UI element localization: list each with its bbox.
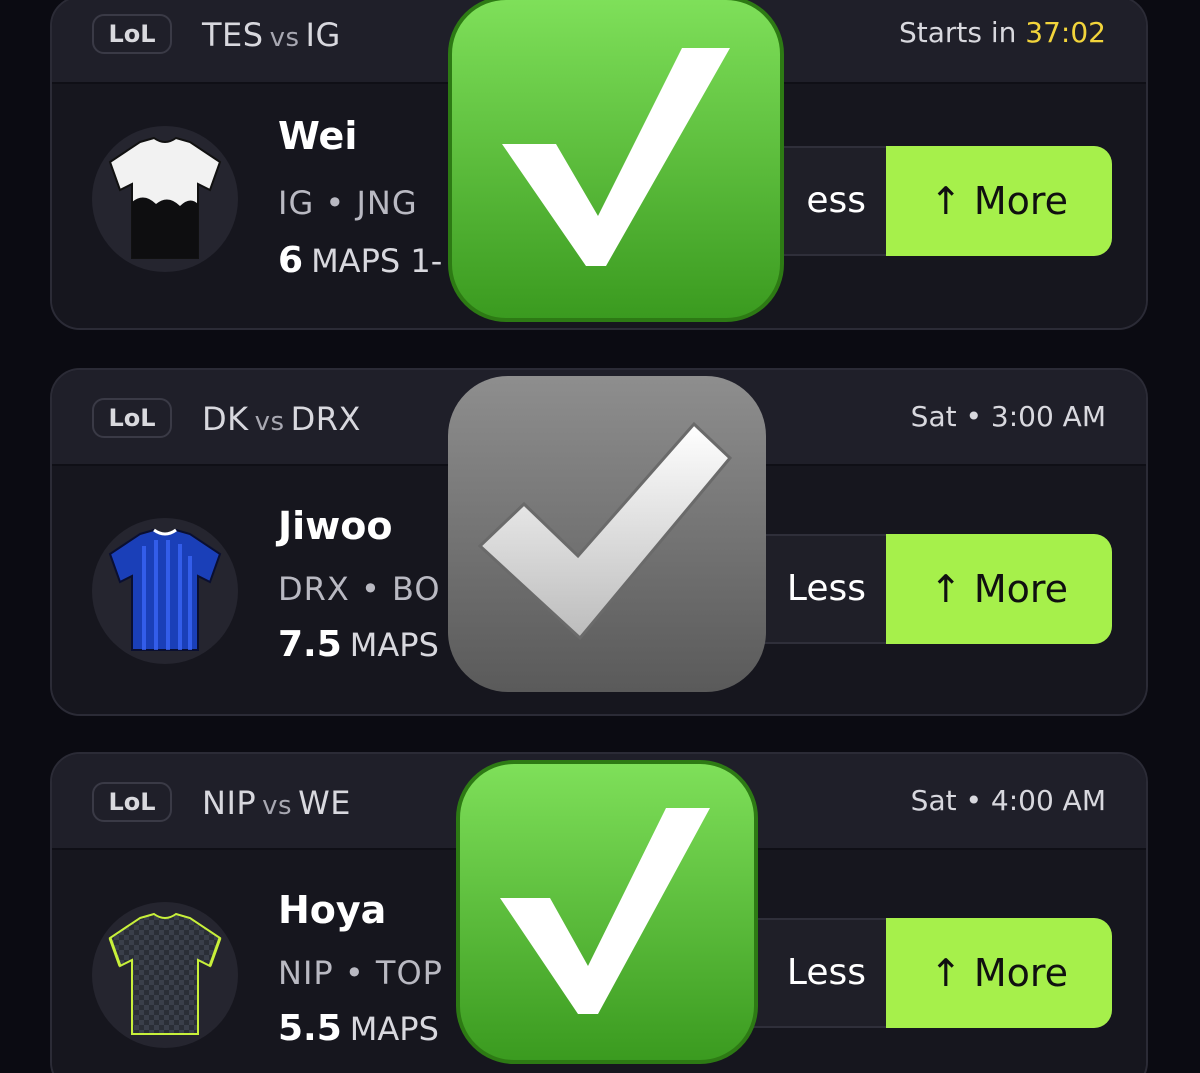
team-b: IG bbox=[305, 16, 341, 54]
arrow-up-icon: ↑ bbox=[929, 179, 962, 223]
arrow-up-icon: ↑ bbox=[929, 951, 962, 995]
jersey-icon bbox=[108, 136, 222, 259]
pick-buttons: Less ↑ More bbox=[708, 918, 1112, 1028]
player-avatar[interactable] bbox=[92, 902, 238, 1048]
match-time: Sat • 3:00 AM bbox=[911, 400, 1106, 433]
projection-value: 6 bbox=[278, 240, 304, 281]
team-a: NIP bbox=[202, 784, 257, 822]
matchup-title: DK vs DRX bbox=[202, 400, 361, 438]
player-team-position: NIP • TOP bbox=[278, 954, 443, 992]
team-a: DK bbox=[202, 400, 249, 438]
projection-line: 7.5 MAPS bbox=[278, 624, 439, 665]
team-a: TES bbox=[202, 16, 264, 54]
more-label: More bbox=[973, 567, 1069, 611]
countdown-timer: 37:02 bbox=[1025, 16, 1106, 49]
player-team-position: DRX • BO bbox=[278, 570, 441, 608]
player-avatar[interactable] bbox=[92, 126, 238, 272]
projection-stat: MAPS 1- bbox=[311, 242, 443, 280]
league-badge: LoL bbox=[92, 782, 172, 822]
matchup-title: TES vs IG bbox=[202, 16, 341, 54]
green-check-mark-icon bbox=[448, 0, 784, 322]
pick-buttons: Less ↑ More bbox=[708, 534, 1112, 644]
time-prefix: Starts in bbox=[898, 16, 1026, 49]
start-time: Sat • 3:00 AM bbox=[910, 400, 1106, 433]
projection-line: 5.5 MAPS bbox=[278, 1008, 439, 1049]
more-button[interactable]: ↑ More bbox=[886, 146, 1112, 256]
matchup-title: NIP vs WE bbox=[202, 784, 351, 822]
player-name: Hoya bbox=[278, 888, 387, 932]
projection-stat: MAPS bbox=[349, 626, 439, 664]
arrow-up-icon: ↑ bbox=[929, 567, 962, 611]
projection-stat: MAPS bbox=[349, 1010, 439, 1048]
vs-label: vs bbox=[262, 791, 293, 821]
projection-value: 7.5 bbox=[278, 624, 342, 665]
more-button[interactable]: ↑ More bbox=[886, 918, 1112, 1028]
player-name: Wei bbox=[278, 114, 358, 158]
projection-value: 5.5 bbox=[278, 1008, 342, 1049]
picks-screen: LoL TES vs IG Starts in 37:02 Wei IG • JNG… bbox=[0, 0, 1200, 1073]
jersey-icon bbox=[108, 912, 222, 1035]
grey-check-mark-icon bbox=[448, 376, 766, 692]
more-button[interactable]: ↑ More bbox=[886, 534, 1112, 644]
match-time: Sat • 4:00 AM bbox=[911, 784, 1106, 817]
jersey-icon bbox=[108, 528, 222, 651]
player-team-position: IG • JNG bbox=[278, 184, 418, 222]
more-label: More bbox=[973, 179, 1069, 223]
league-badge: LoL bbox=[92, 398, 172, 438]
vs-label: vs bbox=[269, 23, 300, 53]
green-check-mark-icon bbox=[456, 760, 758, 1064]
league-badge: LoL bbox=[92, 14, 172, 54]
player-name: Jiwoo bbox=[278, 504, 393, 548]
vs-label: vs bbox=[254, 407, 285, 437]
more-label: More bbox=[973, 951, 1069, 995]
projection-line: 6 MAPS 1- bbox=[278, 240, 442, 281]
start-time: Sat • 4:00 AM bbox=[910, 784, 1106, 817]
match-time: Starts in 37:02 bbox=[899, 16, 1106, 49]
team-b: WE bbox=[298, 784, 351, 822]
player-avatar[interactable] bbox=[92, 518, 238, 664]
team-b: DRX bbox=[290, 400, 361, 438]
